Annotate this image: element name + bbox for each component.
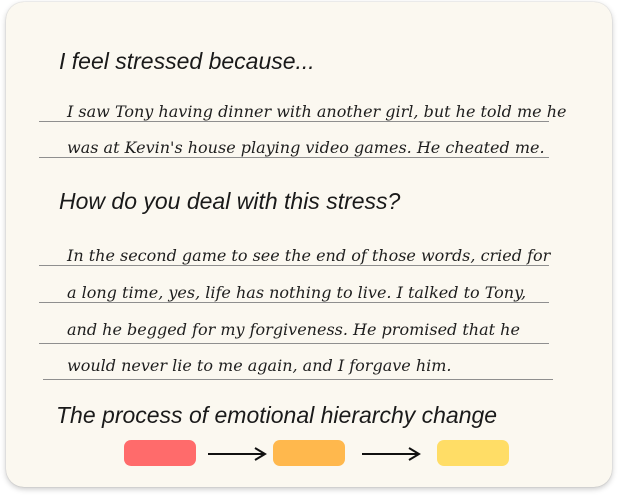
- emotion-stage-orange: [273, 440, 345, 466]
- answer-underline: [39, 121, 549, 122]
- process-title: The process of emotional hierarchy chang…: [56, 402, 498, 428]
- answer-underline: [39, 157, 549, 158]
- cope-answer-line-1[interactable]: In the second game to see the end of tho…: [67, 246, 550, 265]
- stress-answer-line-1[interactable]: I saw Tony having dinner with another gi…: [67, 102, 567, 121]
- emotion-stage-red: [124, 440, 196, 466]
- journal-card: I feel stressed because... I saw Tony ha…: [6, 2, 612, 487]
- arrow-right-icon: [362, 447, 421, 461]
- emotion-stage-yellow: [437, 440, 509, 466]
- cope-answer-line-2[interactable]: a long time, yes, life has nothing to li…: [67, 283, 526, 302]
- answer-underline: [39, 302, 549, 303]
- cope-answer-line-3[interactable]: and he begged for my forgiveness. He pro…: [67, 320, 520, 339]
- cope-prompt-heading: How do you deal with this stress?: [59, 188, 401, 214]
- answer-underline: [39, 265, 549, 266]
- cope-answer-line-4[interactable]: would never lie to me again, and I forga…: [67, 356, 452, 375]
- answer-underline: [43, 379, 553, 380]
- arrow-right-icon: [208, 447, 267, 461]
- stress-prompt-heading: I feel stressed because...: [59, 48, 315, 74]
- stress-answer-line-2[interactable]: was at Kevin's house playing video games…: [67, 138, 545, 157]
- answer-underline: [39, 343, 549, 344]
